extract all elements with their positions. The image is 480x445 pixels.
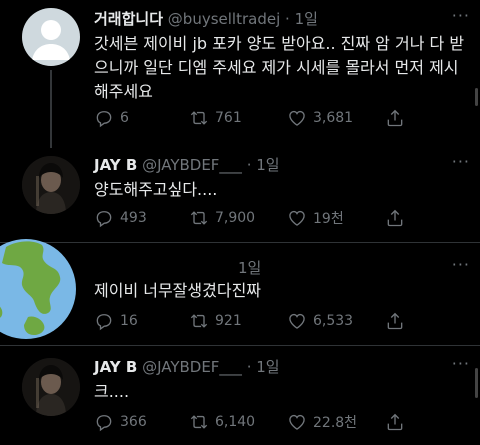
timestamp[interactable]: · 1일 [285, 10, 318, 28]
retweet-icon [189, 412, 209, 432]
like-button[interactable]: 3,681 [287, 108, 385, 128]
share-icon [385, 412, 405, 432]
reply-icon [94, 108, 114, 128]
retweet-count: 921 [215, 313, 242, 329]
more-icon[interactable]: ··· [452, 255, 470, 274]
handle[interactable]: @buyselltradej [168, 10, 280, 28]
retweet-icon [189, 208, 209, 228]
action-bar: 6 761 3,681 [94, 108, 470, 128]
display-name[interactable]: JAY B [94, 358, 137, 376]
tweet-text: 제이비 너무잘생겼다진짜 [94, 281, 262, 300]
share-icon [385, 311, 405, 331]
reply-button[interactable]: 493 [94, 208, 189, 228]
avatar[interactable] [22, 358, 80, 416]
timestamp[interactable]: · 1일 [247, 156, 280, 174]
tweet-header: JAY B @JAYBDEF___ · 1일 [94, 356, 280, 377]
share-button[interactable] [385, 208, 411, 228]
share-icon [385, 208, 405, 228]
like-button[interactable]: 22.8천 [287, 412, 385, 432]
heart-icon [287, 208, 307, 228]
tweet-1[interactable]: 거래합니다 @buyselltradej · 1일 ··· 갓세븐 제이비 jb… [0, 0, 480, 148]
more-icon[interactable]: ··· [452, 152, 470, 171]
handle[interactable]: @JAYBDEF___ [142, 156, 242, 174]
like-count: 3,681 [313, 110, 354, 126]
more-icon[interactable]: ··· [452, 354, 470, 373]
retweet-button[interactable]: 921 [189, 311, 287, 331]
tweet-header: 거래합니다 @buyselltradej · 1일 [94, 8, 318, 29]
default-profile-icon [32, 20, 70, 60]
display-name[interactable]: 거래합니다 [94, 10, 163, 28]
avatar[interactable] [0, 237, 76, 341]
share-icon [385, 108, 405, 128]
action-bar: 366 6,140 22.8천 [94, 412, 470, 432]
action-bar: 16 921 6,533 [94, 311, 470, 331]
tweet-4[interactable]: JAY B @JAYBDEF___ · 1일 ··· 크.... 366 6,1… [0, 346, 480, 445]
avatar[interactable] [22, 156, 80, 214]
like-count: 22.8천 [313, 415, 358, 431]
retweet-button[interactable]: 761 [189, 108, 287, 128]
more-icon[interactable]: ··· [452, 6, 470, 25]
reply-button[interactable]: 16 [94, 311, 189, 331]
reply-button[interactable]: 366 [94, 412, 189, 432]
tweet-header: 1일 [238, 257, 261, 278]
tweet-3[interactable]: 1일 ··· 제이비 너무잘생겼다진짜 16 921 6,533 [0, 239, 480, 343]
action-bar: 493 7,900 19천 [94, 208, 470, 228]
retweet-count: 761 [215, 110, 242, 126]
tweet-text: 갓세븐 제이비 jb 포카 양도 받아요.. 진짜 암 거나 다 받으니까 일단… [94, 34, 465, 101]
retweet-count: 6,140 [215, 414, 256, 430]
reply-icon [94, 208, 114, 228]
reply-icon [94, 412, 114, 432]
retweet-icon [189, 108, 209, 128]
tweet-text: 크.... [94, 382, 130, 401]
timestamp[interactable]: · 1일 [247, 358, 280, 376]
retweet-button[interactable]: 6,140 [189, 412, 287, 432]
reply-count: 366 [120, 414, 147, 430]
tweet-text: 양도해주고싶다.... [94, 180, 218, 199]
reply-icon [94, 311, 114, 331]
reply-button[interactable]: 6 [94, 108, 189, 128]
retweet-icon [189, 311, 209, 331]
share-button[interactable] [385, 311, 411, 331]
heart-icon [287, 412, 307, 432]
share-button[interactable] [385, 108, 411, 128]
timestamp[interactable]: 1일 [238, 259, 261, 277]
handle[interactable]: @JAYBDEF___ [142, 358, 242, 376]
globe-icon [0, 239, 76, 339]
reply-count: 6 [120, 110, 129, 126]
tweet-header: JAY B @JAYBDEF___ · 1일 [94, 154, 280, 175]
heart-icon [287, 108, 307, 128]
share-button[interactable] [385, 412, 411, 432]
like-count: 6,533 [313, 313, 354, 329]
profile-photo [22, 358, 80, 416]
thread-line [50, 70, 52, 148]
retweet-button[interactable]: 7,900 [189, 208, 287, 228]
tweet-2[interactable]: JAY B @JAYBDEF___ · 1일 ··· 양도해주고싶다.... 4… [0, 148, 480, 240]
profile-photo [22, 156, 80, 214]
retweet-count: 7,900 [215, 210, 256, 226]
like-count: 19천 [313, 211, 344, 227]
reply-count: 16 [120, 313, 138, 329]
display-name[interactable]: JAY B [94, 156, 137, 174]
like-button[interactable]: 19천 [287, 208, 385, 228]
avatar[interactable] [22, 8, 80, 66]
like-button[interactable]: 6,533 [287, 311, 385, 331]
reply-count: 493 [120, 210, 147, 226]
heart-icon [287, 311, 307, 331]
